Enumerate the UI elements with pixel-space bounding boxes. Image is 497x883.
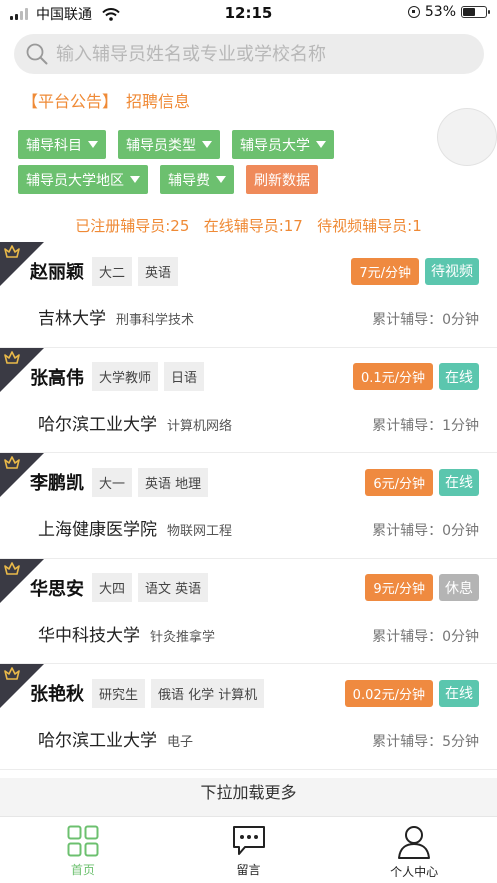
tutor-card[interactable]: 李鹏凯 大一 英语 地理 6元/分钟 在线 上海健康医学院 物联网工程 累计辅导… bbox=[0, 453, 497, 559]
dropdown-arrow-icon bbox=[216, 176, 226, 183]
crown-icon bbox=[4, 456, 20, 469]
filter-panel: 辅导科目 辅导员类型 辅导员大学 辅导员大学地区 辅导费 刷新数据 bbox=[18, 130, 438, 200]
tutor-total-time: 累计辅导：0分钟 bbox=[372, 523, 479, 539]
filter-university-button[interactable]: 辅导员大学 bbox=[232, 130, 334, 159]
tutor-total-time: 累计辅导：0分钟 bbox=[372, 628, 479, 645]
tutor-card[interactable]: 张高伟 大学教师 日语 0.1元/分钟 在线 哈尔滨工业大学 计算机网络 累计辅… bbox=[0, 347, 497, 453]
dropdown-arrow-icon bbox=[130, 176, 140, 183]
tutor-price-badge: 7元/分钟 bbox=[351, 257, 419, 285]
profile-icon bbox=[398, 826, 431, 859]
tutor-name: 张艳秋 bbox=[30, 684, 84, 705]
search-input[interactable] bbox=[56, 43, 476, 65]
dropdown-arrow-icon bbox=[316, 141, 326, 148]
tutor-card[interactable]: 华思安 大四 语文 英语 9元/分钟 休息 华中科技大学 针灸推拿学 累计辅导：… bbox=[0, 558, 497, 664]
tab-profile[interactable]: 个人中心 bbox=[331, 817, 497, 883]
notice-bar: 【平台公告】 招聘信息 bbox=[22, 88, 190, 112]
tutor-school: 上海健康医学院 bbox=[38, 520, 157, 540]
platform-notice-link[interactable]: 【平台公告】 bbox=[22, 88, 118, 112]
tutor-subjects-tag: 俄语 化学 计算机 bbox=[151, 678, 265, 708]
tutor-name: 张高伟 bbox=[30, 367, 84, 389]
tutor-major: 针灸推拿学 bbox=[150, 629, 216, 645]
tutor-grade-tag: 大学教师 bbox=[92, 362, 159, 391]
floating-button[interactable] bbox=[437, 108, 497, 166]
status-bar: 中国联通 12:15 53% bbox=[0, 0, 497, 28]
tutor-status-badge: 在线 bbox=[439, 679, 479, 707]
tutor-status-badge: 在线 bbox=[439, 468, 479, 496]
filter-fee-button[interactable]: 辅导费 bbox=[160, 165, 234, 194]
dropdown-arrow-icon bbox=[202, 141, 212, 148]
tutor-school: 吉林大学 bbox=[38, 309, 106, 329]
crown-icon bbox=[4, 245, 20, 258]
filter-region-button[interactable]: 辅导员大学地区 bbox=[18, 165, 148, 194]
refresh-data-button[interactable]: 刷新数据 bbox=[246, 165, 318, 194]
filter-subject-button[interactable]: 辅导科目 bbox=[18, 130, 106, 159]
tutor-price-badge: 0.02元/分钟 bbox=[344, 679, 433, 707]
tutor-total-time: 累计辅导：1分钟 bbox=[372, 417, 479, 434]
tutor-subjects-tag: 语文 英语 bbox=[138, 573, 209, 602]
tutor-name: 李鹏凯 bbox=[30, 473, 84, 494]
tutor-price-badge: 6元/分钟 bbox=[365, 468, 433, 496]
search-icon bbox=[26, 43, 48, 65]
tutor-status-badge: 在线 bbox=[439, 363, 479, 390]
crown-icon bbox=[4, 667, 20, 680]
tutor-card[interactable]: 赵丽颖 大二 英语 7元/分钟 待视频 吉林大学 刑事科学技术 累计辅导：0分钟 bbox=[0, 242, 497, 348]
tab-home[interactable]: 首页 bbox=[0, 817, 166, 883]
tutor-major: 电子 bbox=[167, 735, 194, 750]
tutor-major: 计算机网络 bbox=[167, 418, 233, 434]
tutor-grade-tag: 研究生 bbox=[92, 678, 146, 708]
tutor-card[interactable]: 张艳秋 研究生 俄语 化学 计算机 0.02元/分钟 在线 哈尔滨工业大学 电子… bbox=[0, 664, 497, 770]
rotation-lock-icon bbox=[407, 6, 420, 18]
home-grid-icon bbox=[67, 825, 99, 857]
tutor-subjects-tag: 英语 bbox=[138, 256, 179, 286]
battery-percent: 53% bbox=[424, 4, 456, 20]
tab-profile-label: 个人中心 bbox=[390, 865, 439, 879]
tutor-name: 华思安 bbox=[30, 578, 84, 600]
tab-bar: 首页 留言 个人中心 bbox=[0, 816, 497, 883]
recruit-info-link[interactable]: 招聘信息 bbox=[126, 88, 190, 112]
tutor-stats: 已注册辅导员:25 在线辅导员:17 待视频辅导员:1 bbox=[75, 217, 422, 235]
tutor-major: 物联网工程 bbox=[167, 524, 233, 539]
tutor-total-time: 累计辅导：0分钟 bbox=[372, 312, 479, 328]
tutor-price-badge: 0.1元/分钟 bbox=[352, 363, 433, 390]
load-more-hint[interactable]: 下拉加载更多 bbox=[0, 778, 497, 816]
tutor-major: 刑事科学技术 bbox=[116, 313, 195, 328]
crown-icon bbox=[4, 350, 20, 364]
tutor-status-badge: 待视频 bbox=[425, 257, 479, 285]
tutor-subjects-tag: 日语 bbox=[164, 362, 205, 391]
tutor-school: 华中科技大学 bbox=[38, 625, 140, 646]
tab-messages-label: 留言 bbox=[236, 863, 261, 877]
tutor-subjects-tag: 英语 地理 bbox=[138, 467, 209, 497]
tutor-grade-tag: 大四 bbox=[92, 573, 133, 602]
tutor-status-badge: 休息 bbox=[439, 574, 479, 601]
tab-home-label: 首页 bbox=[70, 863, 95, 877]
filter-type-button[interactable]: 辅导员类型 bbox=[118, 130, 220, 159]
message-icon bbox=[232, 826, 265, 855]
tutor-name: 赵丽颖 bbox=[30, 262, 84, 283]
tutor-school: 哈尔滨工业大学 bbox=[38, 731, 157, 751]
tutor-grade-tag: 大二 bbox=[92, 256, 133, 286]
crown-icon bbox=[4, 561, 20, 575]
tutor-price-badge: 9元/分钟 bbox=[365, 574, 433, 601]
tutor-school: 哈尔滨工业大学 bbox=[38, 414, 157, 435]
dropdown-arrow-icon bbox=[88, 141, 98, 148]
tutor-total-time: 累计辅导：5分钟 bbox=[372, 734, 479, 750]
tutor-grade-tag: 大一 bbox=[92, 467, 133, 497]
tab-messages[interactable]: 留言 bbox=[166, 817, 332, 883]
battery-icon bbox=[461, 6, 490, 18]
search-bar[interactable] bbox=[14, 34, 484, 74]
tutor-list[interactable]: 赵丽颖 大二 英语 7元/分钟 待视频 吉林大学 刑事科学技术 累计辅导：0分钟… bbox=[0, 242, 497, 770]
